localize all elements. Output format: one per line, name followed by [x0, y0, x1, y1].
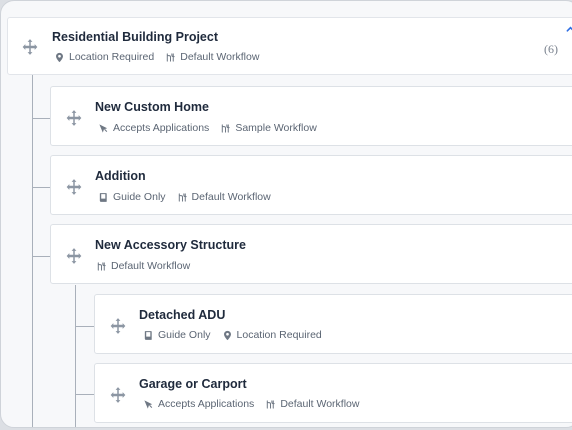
- tag-label: Default Workflow: [280, 398, 360, 410]
- tag-label: Default Workflow: [111, 260, 191, 272]
- workflow-icon: [96, 261, 107, 272]
- tag-label: Sample Workflow: [235, 122, 317, 134]
- tree-node-child[interactable]: New Custom Home Accepts Applications Sam…: [50, 86, 572, 146]
- collapse-chevron-icon[interactable]: [566, 25, 572, 34]
- cursor-click-icon: [98, 123, 109, 134]
- tag-accepts-applications: Accepts Applications: [98, 122, 209, 134]
- node-tags: Default Workflow: [96, 260, 201, 272]
- workflow-icon: [220, 123, 231, 134]
- tag-label: Location Required: [236, 329, 322, 341]
- cursor-click-icon: [143, 399, 154, 410]
- tree-node-child[interactable]: Addition Guide Only Default Workflow: [50, 155, 572, 215]
- tag-location-required: Location Required: [54, 51, 154, 63]
- tree-branch: [75, 326, 94, 327]
- workflow-icon: [265, 399, 276, 410]
- tag-workflow: Default Workflow: [96, 260, 190, 272]
- node-title: Garage or Carport: [139, 377, 247, 391]
- drag-handle-icon[interactable]: [65, 247, 83, 265]
- drag-handle-icon[interactable]: [21, 38, 39, 56]
- tag-location-required: Location Required: [222, 329, 322, 341]
- node-title: Detached ADU: [139, 308, 226, 322]
- drag-handle-icon[interactable]: [109, 317, 127, 335]
- tree-node-grandchild[interactable]: Detached ADU Guide Only Location Require…: [94, 294, 572, 354]
- node-title: New Accessory Structure: [95, 238, 246, 252]
- tree-branch: [32, 256, 50, 257]
- tag-workflow: Default Workflow: [177, 191, 271, 203]
- tag-guide-only: Guide Only: [143, 329, 211, 341]
- tree-connector-root: [32, 75, 33, 427]
- tree-node-root[interactable]: Residential Building Project Location Re…: [7, 17, 572, 75]
- node-title: New Custom Home: [95, 100, 209, 114]
- node-title: Addition: [95, 169, 146, 183]
- workflow-icon: [165, 52, 176, 63]
- tag-workflow: Default Workflow: [165, 51, 259, 63]
- location-pin-icon: [222, 330, 233, 341]
- tag-label: Default Workflow: [191, 191, 271, 203]
- node-tags: Accepts Applications Sample Workflow: [98, 122, 328, 134]
- location-pin-icon: [54, 52, 65, 63]
- tag-label: Location Required: [69, 51, 155, 63]
- tree-node-child[interactable]: New Accessory Structure Default Workflow: [50, 224, 572, 284]
- node-tags: Guide Only Location Required: [143, 329, 333, 341]
- node-tags: Guide Only Default Workflow: [98, 191, 282, 203]
- tree-node-grandchild[interactable]: Garage or Carport Accepts Applications D…: [94, 363, 572, 423]
- tree-connector-accessory: [75, 285, 76, 427]
- child-count-label: (6): [544, 42, 558, 56]
- tree-branch: [75, 394, 94, 395]
- drag-handle-icon[interactable]: [109, 386, 127, 404]
- tag-label: Guide Only: [113, 191, 166, 203]
- drag-handle-icon[interactable]: [65, 178, 83, 196]
- tag-workflow: Sample Workflow: [220, 122, 317, 134]
- tree-branch: [32, 118, 50, 119]
- node-tags: Location Required Default Workflow: [54, 51, 270, 63]
- category-tree-panel: Residential Building Project Location Re…: [0, 0, 572, 428]
- tag-label: Accepts Applications: [158, 398, 255, 410]
- drag-handle-icon[interactable]: [65, 109, 83, 127]
- child-count: (6): [544, 40, 558, 58]
- tag-label: Guide Only: [158, 329, 211, 341]
- tag-workflow: Default Workflow: [265, 398, 359, 410]
- tag-label: Accepts Applications: [113, 122, 210, 134]
- workflow-icon: [177, 192, 188, 203]
- tag-guide-only: Guide Only: [98, 191, 166, 203]
- node-title: Residential Building Project: [52, 30, 218, 44]
- tag-accepts-applications: Accepts Applications: [143, 398, 254, 410]
- book-icon: [98, 192, 109, 203]
- tag-label: Default Workflow: [180, 51, 260, 63]
- book-icon: [143, 330, 154, 341]
- tree-branch: [32, 187, 50, 188]
- node-tags: Accepts Applications Default Workflow: [143, 398, 370, 410]
